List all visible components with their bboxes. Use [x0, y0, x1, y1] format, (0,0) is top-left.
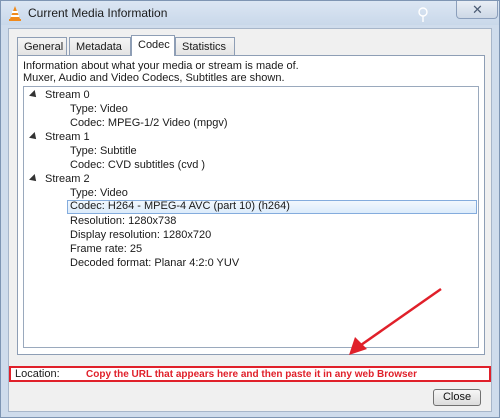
stream-2-label: Stream 2	[45, 173, 90, 185]
stream-0-codec: Codec: MPEG-1/2 Video (mpgv)	[70, 117, 228, 129]
stream-1-codec: Codec: CVD subtitles (cvd )	[70, 159, 206, 171]
location-row: Location: Copy the URL that appears here…	[9, 366, 491, 382]
tab-general[interactable]: General	[17, 37, 67, 55]
stream-0-row[interactable]: Stream 0	[24, 89, 478, 103]
stream-2-type: Type: Video	[70, 187, 128, 199]
tree-item[interactable]: Frame rate: 25	[24, 243, 478, 257]
stream-2-display-resolution: Display resolution: 1280x720	[70, 229, 212, 241]
tree-item[interactable]: Codec: CVD subtitles (cvd )	[24, 159, 478, 173]
close-button[interactable]: Close	[433, 389, 481, 406]
close-icon: ✕	[472, 2, 483, 17]
tab-codec[interactable]: Codec	[131, 35, 175, 56]
media-information-window: Current Media Information ✕ General Meta…	[0, 0, 500, 418]
tree-item[interactable]: Decoded format: Planar 4:2:0 YUV	[24, 257, 478, 271]
window-title: Current Media Information	[28, 6, 168, 20]
stream-2-frame-rate: Frame rate: 25	[70, 243, 143, 255]
stream-2-resolution: Resolution: 1280x738	[70, 215, 177, 227]
stream-1-row[interactable]: Stream 1	[24, 131, 478, 145]
expand-arrow-icon[interactable]	[29, 132, 39, 142]
stream-2-decoded-format: Decoded format: Planar 4:2:0 YUV	[70, 257, 240, 269]
info-line-1: Information about what your media or str…	[23, 60, 299, 72]
tree-item-selected[interactable]: Codec: H264 - MPEG-4 AVC (part 10) (h264…	[67, 200, 477, 214]
location-label: Location:	[15, 368, 60, 380]
stream-2-codec: Codec: H264 - MPEG-4 AVC (part 10) (h264…	[70, 200, 290, 212]
stream-1-type: Type: Subtitle	[70, 145, 137, 157]
tree-item[interactable]: Codec: MPEG-1/2 Video (mpgv)	[24, 117, 478, 131]
codec-tree[interactable]: Stream 0 Type: Video Codec: MPEG-1/2 Vid…	[23, 86, 479, 348]
window-close-button[interactable]: ✕	[456, 1, 498, 19]
tree-item[interactable]: Type: Subtitle	[24, 145, 478, 159]
tree-item[interactable]: Resolution: 1280x738	[24, 215, 478, 229]
title-bar[interactable]: Current Media Information ✕	[1, 1, 499, 25]
codec-panel: Information about what your media or str…	[17, 55, 485, 355]
location-annotation: Copy the URL that appears here and then …	[86, 369, 417, 380]
codec-info: Information about what your media or str…	[23, 60, 299, 84]
dialog-body: General Metadata Codec Statistics Inform…	[8, 28, 492, 412]
info-line-2: Muxer, Audio and Video Codecs, Subtitles…	[23, 72, 285, 84]
tree-item[interactable]: Type: Video	[24, 187, 478, 201]
stream-0-type: Type: Video	[70, 103, 128, 115]
stream-0-label: Stream 0	[45, 89, 90, 101]
pin-icon[interactable]	[416, 2, 430, 24]
tree-item[interactable]: Display resolution: 1280x720	[24, 229, 478, 243]
tab-metadata[interactable]: Metadata	[69, 37, 131, 55]
expand-arrow-icon[interactable]	[29, 90, 39, 100]
expand-arrow-icon[interactable]	[29, 174, 39, 184]
vlc-cone-icon	[9, 6, 21, 21]
tree-item[interactable]: Type: Video	[24, 103, 478, 117]
stream-1-label: Stream 1	[45, 131, 90, 143]
stream-2-row[interactable]: Stream 2	[24, 173, 478, 187]
tab-statistics[interactable]: Statistics	[175, 37, 235, 55]
